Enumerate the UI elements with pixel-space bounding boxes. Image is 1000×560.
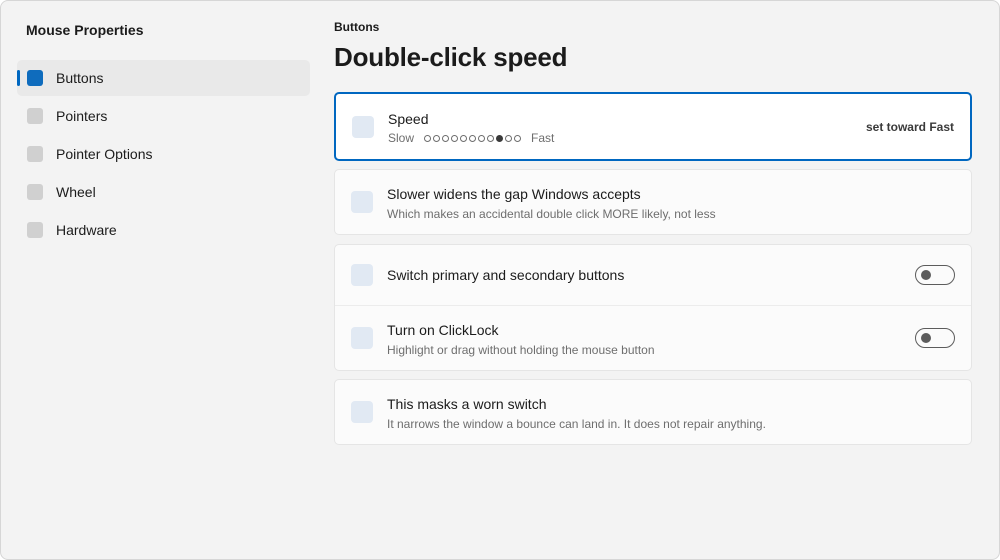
info-icon [351,191,373,213]
speed-slider[interactable]: Slow Fast [388,131,554,145]
mouse-properties-window: Mouse Properties Buttons Pointers Pointe… [0,0,1000,560]
fast-label: Fast [531,131,555,145]
speed-title: Speed [388,111,429,127]
gap-note-card: Slower widens the gap Windows accepts Wh… [334,169,972,235]
worn-switch-subtitle: It narrows the window a bounce can land … [387,417,766,431]
sidebar-item-wheel[interactable]: Wheel [17,174,310,210]
speed-icon [352,116,374,138]
sidebar-item-label: Hardware [56,222,117,238]
toggle-knob [921,270,931,280]
wheel-icon [27,184,43,200]
sidebar-item-hardware[interactable]: Hardware [17,212,310,248]
worn-switch-title: This masks a worn switch [387,396,547,412]
slow-label: Slow [388,131,415,145]
switch-buttons-title: Switch primary and secondary buttons [387,267,625,283]
speed-step[interactable] [424,134,432,142]
speed-step[interactable] [469,134,477,142]
speed-step-selected[interactable] [496,134,504,142]
clicklock-icon [351,327,373,349]
set-toward-fast-button[interactable]: set toward Fast [866,120,954,134]
sidebar: Mouse Properties Buttons Pointers Pointe… [1,1,321,559]
breadcrumb: Buttons [334,20,380,34]
toggle-knob [921,333,931,343]
gap-note-title: Slower widens the gap Windows accepts [387,186,641,202]
switch-buttons-toggle[interactable] [915,265,955,285]
switch-buttons-row: Switch primary and secondary buttons [335,245,971,305]
clicklock-toggle[interactable] [915,328,955,348]
speed-steps[interactable] [424,134,523,142]
clicklock-row: Turn on ClickLock Highlight or drag with… [335,305,971,370]
clicklock-title: Turn on ClickLock [387,322,499,338]
pointers-icon [27,108,43,124]
hardware-icon [27,222,43,238]
speed-row: Speed Slow Fast set toward Fast [336,94,970,159]
worn-switch-card: This masks a worn switch It narrows the … [334,379,972,445]
sidebar-item-label: Wheel [56,184,96,200]
main-content: Buttons Double-click speed Speed Slow Fa… [334,1,972,559]
sidebar-item-pointers[interactable]: Pointers [17,98,310,134]
sidebar-item-label: Pointers [56,108,108,124]
selection-indicator [17,70,20,86]
warning-icon [351,401,373,423]
speed-step[interactable] [442,134,450,142]
sidebar-item-label: Pointer Options [56,146,153,162]
pointer-options-icon [27,146,43,162]
speed-step[interactable] [433,134,441,142]
toggles-card: Switch primary and secondary buttons Tur… [334,244,972,371]
buttons-icon [27,70,43,86]
speed-step[interactable] [505,134,513,142]
speed-step[interactable] [451,134,459,142]
app-title: Mouse Properties [26,22,144,38]
sidebar-item-pointer-options[interactable]: Pointer Options [17,136,310,172]
sidebar-item-label: Buttons [56,70,104,86]
speed-card[interactable]: Speed Slow Fast set toward Fast [334,92,972,161]
sidebar-item-buttons[interactable]: Buttons [17,60,310,96]
page-title: Double-click speed [334,42,568,72]
gap-note-subtitle: Which makes an accidental double click M… [387,207,716,221]
sidebar-nav: Buttons Pointers Pointer Options Wheel H [17,60,310,250]
switch-buttons-icon [351,264,373,286]
speed-step[interactable] [460,134,468,142]
speed-step[interactable] [478,134,486,142]
clicklock-subtitle: Highlight or drag without holding the mo… [387,343,655,357]
speed-step[interactable] [514,134,522,142]
speed-step[interactable] [487,134,495,142]
